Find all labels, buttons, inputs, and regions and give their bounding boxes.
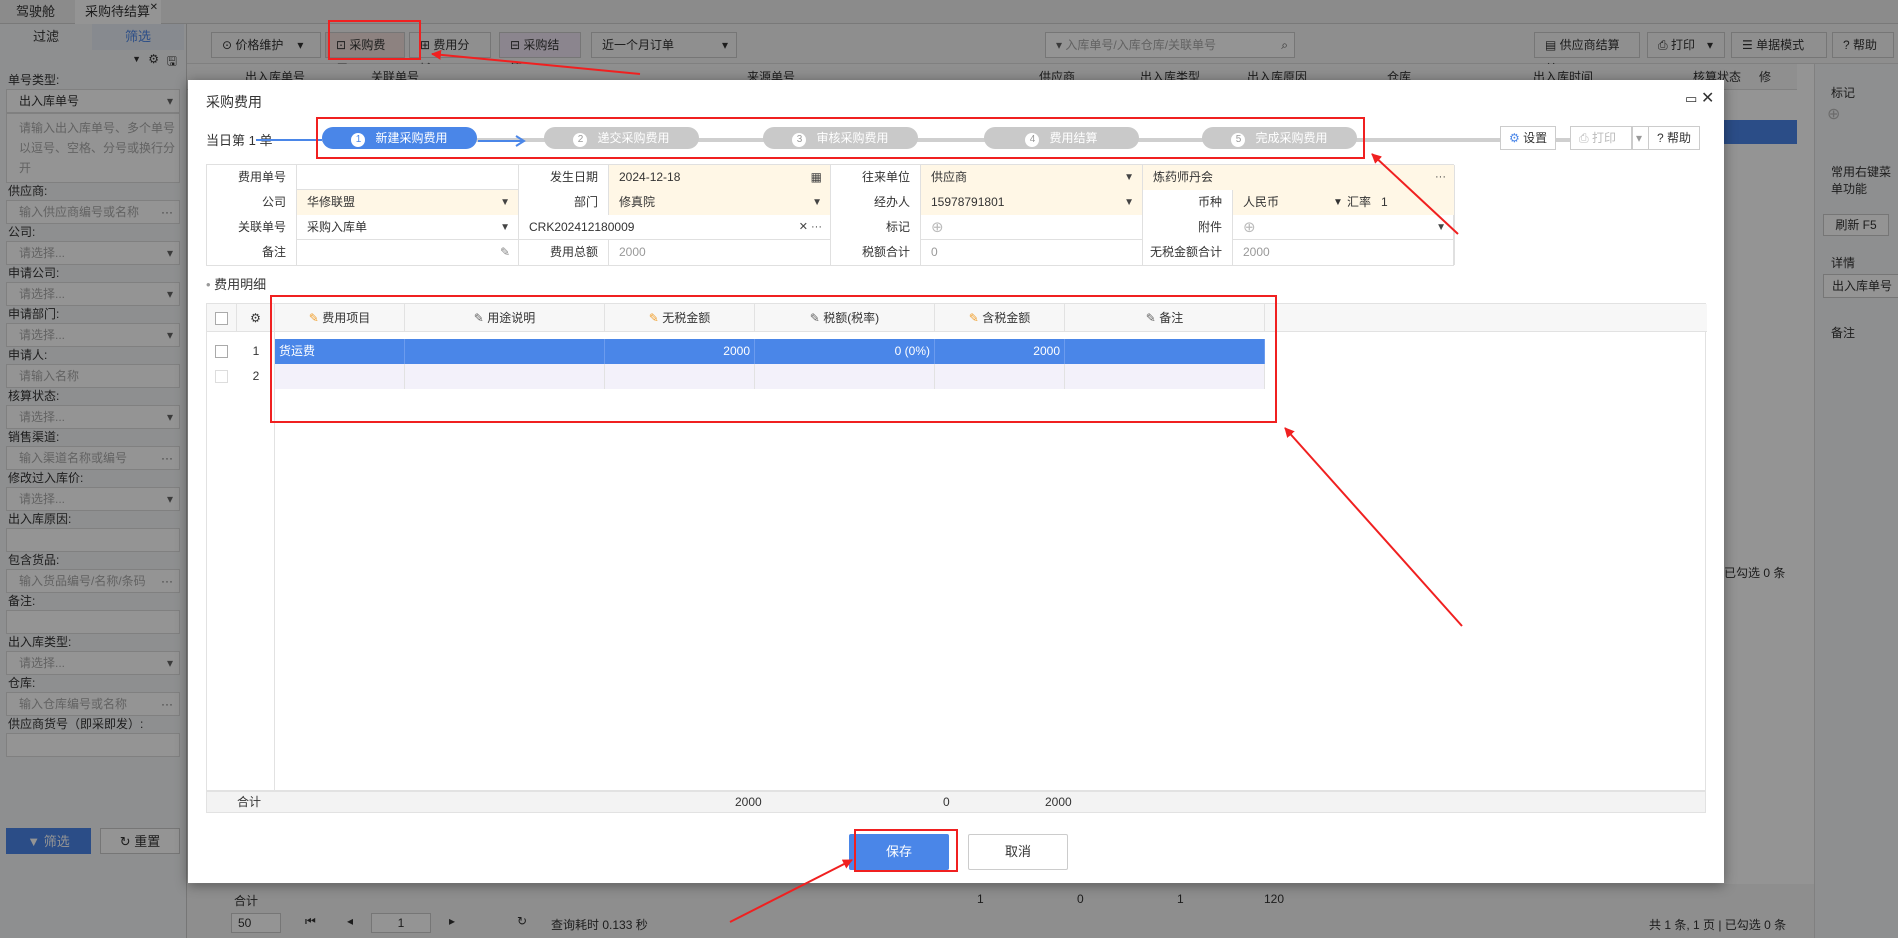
chevron-down-icon: ▼ bbox=[1124, 172, 1134, 183]
gear-icon: ⚙ bbox=[1509, 131, 1524, 145]
chevron-down-icon: ▼ bbox=[1436, 222, 1446, 233]
currency-value[interactable]: 人民币 bbox=[1243, 195, 1279, 209]
currency-field[interactable]: 人民币 ▼ 汇率 1 bbox=[1233, 190, 1455, 215]
field-label: 发生日期 bbox=[519, 165, 609, 190]
row-gutter bbox=[207, 332, 275, 792]
section-label: 费用明细 bbox=[214, 277, 267, 292]
field-label: 费用单号 bbox=[207, 165, 297, 190]
rate-value[interactable]: 1 bbox=[1381, 190, 1388, 215]
fee-total-value: 2000 bbox=[609, 240, 831, 265]
more-icon[interactable]: ··· bbox=[1435, 165, 1446, 190]
checkbox-box bbox=[215, 370, 228, 384]
sum-tax: 0 bbox=[943, 795, 950, 809]
mark-field[interactable]: ⊕ bbox=[921, 215, 1143, 240]
related-no-field[interactable]: CRK202412180009 ✕ ··· bbox=[519, 215, 831, 240]
clear-icon[interactable]: ✕ bbox=[799, 215, 808, 240]
highlight-box bbox=[316, 117, 1365, 159]
more-icon[interactable]: ··· bbox=[811, 215, 822, 240]
attach-field[interactable]: ⊕ ▼ bbox=[1233, 215, 1455, 240]
select-value: 华修联盟 bbox=[307, 195, 356, 209]
help-icon: ? bbox=[1657, 131, 1668, 145]
chevron-down-icon: ▾ bbox=[1636, 131, 1643, 145]
row-checkbox[interactable] bbox=[207, 339, 237, 364]
form-row: 关联单号 采购入库单 ▼ CRK202412180009 ✕ ··· 标记 ⊕ 附件 … bbox=[207, 215, 1455, 240]
calendar-icon[interactable]: ▦ bbox=[811, 165, 822, 190]
settings-button[interactable]: ⚙ 设置 bbox=[1500, 126, 1557, 150]
remark-field[interactable]: ✎ bbox=[297, 240, 519, 265]
dept-select[interactable]: 修真院 ▼ bbox=[609, 190, 831, 215]
field-label: 关联单号 bbox=[207, 215, 297, 240]
rate-label: 汇率 bbox=[1347, 195, 1372, 209]
select-value: 15978791801 bbox=[931, 195, 1005, 209]
field-label: 附件 bbox=[1143, 215, 1233, 240]
bullet-icon: • bbox=[206, 277, 215, 292]
chevron-down-icon: ▼ bbox=[1124, 197, 1134, 208]
chevron-down-icon: ▼ bbox=[500, 222, 510, 233]
sum-withtax: 2000 bbox=[1045, 795, 1072, 809]
field-label: 税额合计 bbox=[831, 240, 921, 265]
progress-connector bbox=[256, 139, 322, 141]
fee-form: 费用单号 发生日期 2024-12-18 ▦ 往来单位 供应商 ▼ 炼药师丹会 ···… bbox=[206, 164, 1455, 266]
field-label: 往来单位 bbox=[831, 165, 921, 190]
field-label: 币种 bbox=[1143, 190, 1233, 215]
button-label: 帮助 bbox=[1667, 131, 1692, 145]
field-value: CRK202412180009 bbox=[529, 220, 635, 234]
field-label: 公司 bbox=[207, 190, 297, 215]
add-icon[interactable]: ⊕ bbox=[1243, 219, 1256, 236]
fee-no-field[interactable] bbox=[297, 165, 519, 190]
field-value: 2024-12-18 bbox=[619, 170, 681, 184]
field-value: 炼药师丹会 bbox=[1153, 170, 1214, 184]
print-button[interactable]: ⎙ 打印 bbox=[1570, 126, 1632, 150]
edit-icon[interactable]: ✎ bbox=[500, 240, 510, 265]
field-label: 经办人 bbox=[831, 190, 921, 215]
date-field[interactable]: 2024-12-18 ▦ bbox=[609, 165, 831, 190]
partner-type-select[interactable]: 供应商 ▼ bbox=[921, 165, 1143, 190]
partner-name-field[interactable]: 炼药师丹会 ··· bbox=[1143, 165, 1455, 190]
chevron-down-icon: ▼ bbox=[500, 197, 510, 208]
add-icon[interactable]: ⊕ bbox=[931, 219, 944, 236]
highlight-box bbox=[854, 829, 958, 872]
button-label: 打印 bbox=[1591, 131, 1616, 145]
form-row: 费用单号 发生日期 2024-12-18 ▦ 往来单位 供应商 ▼ 炼药师丹会 ··· bbox=[207, 165, 1455, 190]
button-label: 设置 bbox=[1523, 131, 1548, 145]
field-label: 无税金额合计 bbox=[1143, 240, 1233, 265]
tax-total-value: 0 bbox=[921, 240, 1143, 265]
printer-icon: ⎙ bbox=[1579, 131, 1592, 145]
gear-icon: ⚙ bbox=[250, 311, 261, 325]
cancel-button[interactable]: 取消 bbox=[968, 834, 1068, 870]
select-all-checkbox[interactable] bbox=[207, 304, 237, 332]
sum-label: 合计 bbox=[237, 795, 262, 809]
company-select[interactable]: 华修联盟 ▼ bbox=[297, 190, 519, 215]
section-title: • 费用明细 bbox=[206, 274, 266, 293]
field-label: 标记 bbox=[831, 215, 921, 240]
dialog-title: 采购费用 bbox=[206, 94, 262, 110]
chevron-down-icon: ▼ bbox=[812, 197, 822, 208]
checkbox-box bbox=[215, 345, 228, 359]
close-icon[interactable]: ✕ bbox=[1701, 88, 1714, 108]
notax-total-value: 2000 bbox=[1233, 240, 1455, 265]
form-row: 备注 ✎ 费用总额 2000 税额合计 0 无税金额合计 2000 bbox=[207, 240, 1455, 265]
field-label: 备注 bbox=[207, 240, 297, 265]
select-value: 采购入库单 bbox=[307, 220, 368, 234]
row-checkbox[interactable] bbox=[207, 364, 237, 389]
sum-notax: 2000 bbox=[735, 795, 762, 809]
select-value: 供应商 bbox=[931, 170, 968, 184]
related-type-select[interactable]: 采购入库单 ▼ bbox=[297, 215, 519, 240]
help-button[interactable]: ? 帮助 bbox=[1648, 126, 1701, 150]
handler-select[interactable]: 15978791801 ▼ bbox=[921, 190, 1143, 215]
chevron-down-icon: ▼ bbox=[1333, 197, 1343, 208]
grid-summary: 合计 2000 0 2000 bbox=[206, 791, 1706, 813]
field-label: 部门 bbox=[519, 190, 609, 215]
select-value: 修真院 bbox=[619, 195, 656, 209]
purchase-fee-dialog: 采购费用 ▭ ✕ 当日第 1 单 1 新建采购费用 2 递交采购费用 3 审核采购费用… bbox=[188, 80, 1724, 883]
form-row: 公司 华修联盟 ▼ 部门 修真院 ▼ 经办人 15978791801 ▼ 币种 人民币… bbox=[207, 190, 1455, 215]
highlight-box bbox=[328, 20, 421, 60]
highlight-box bbox=[270, 295, 1277, 423]
field-label: 费用总额 bbox=[519, 240, 609, 265]
maximize-icon[interactable]: ▭ bbox=[1685, 91, 1697, 107]
checkbox-box bbox=[215, 312, 228, 326]
